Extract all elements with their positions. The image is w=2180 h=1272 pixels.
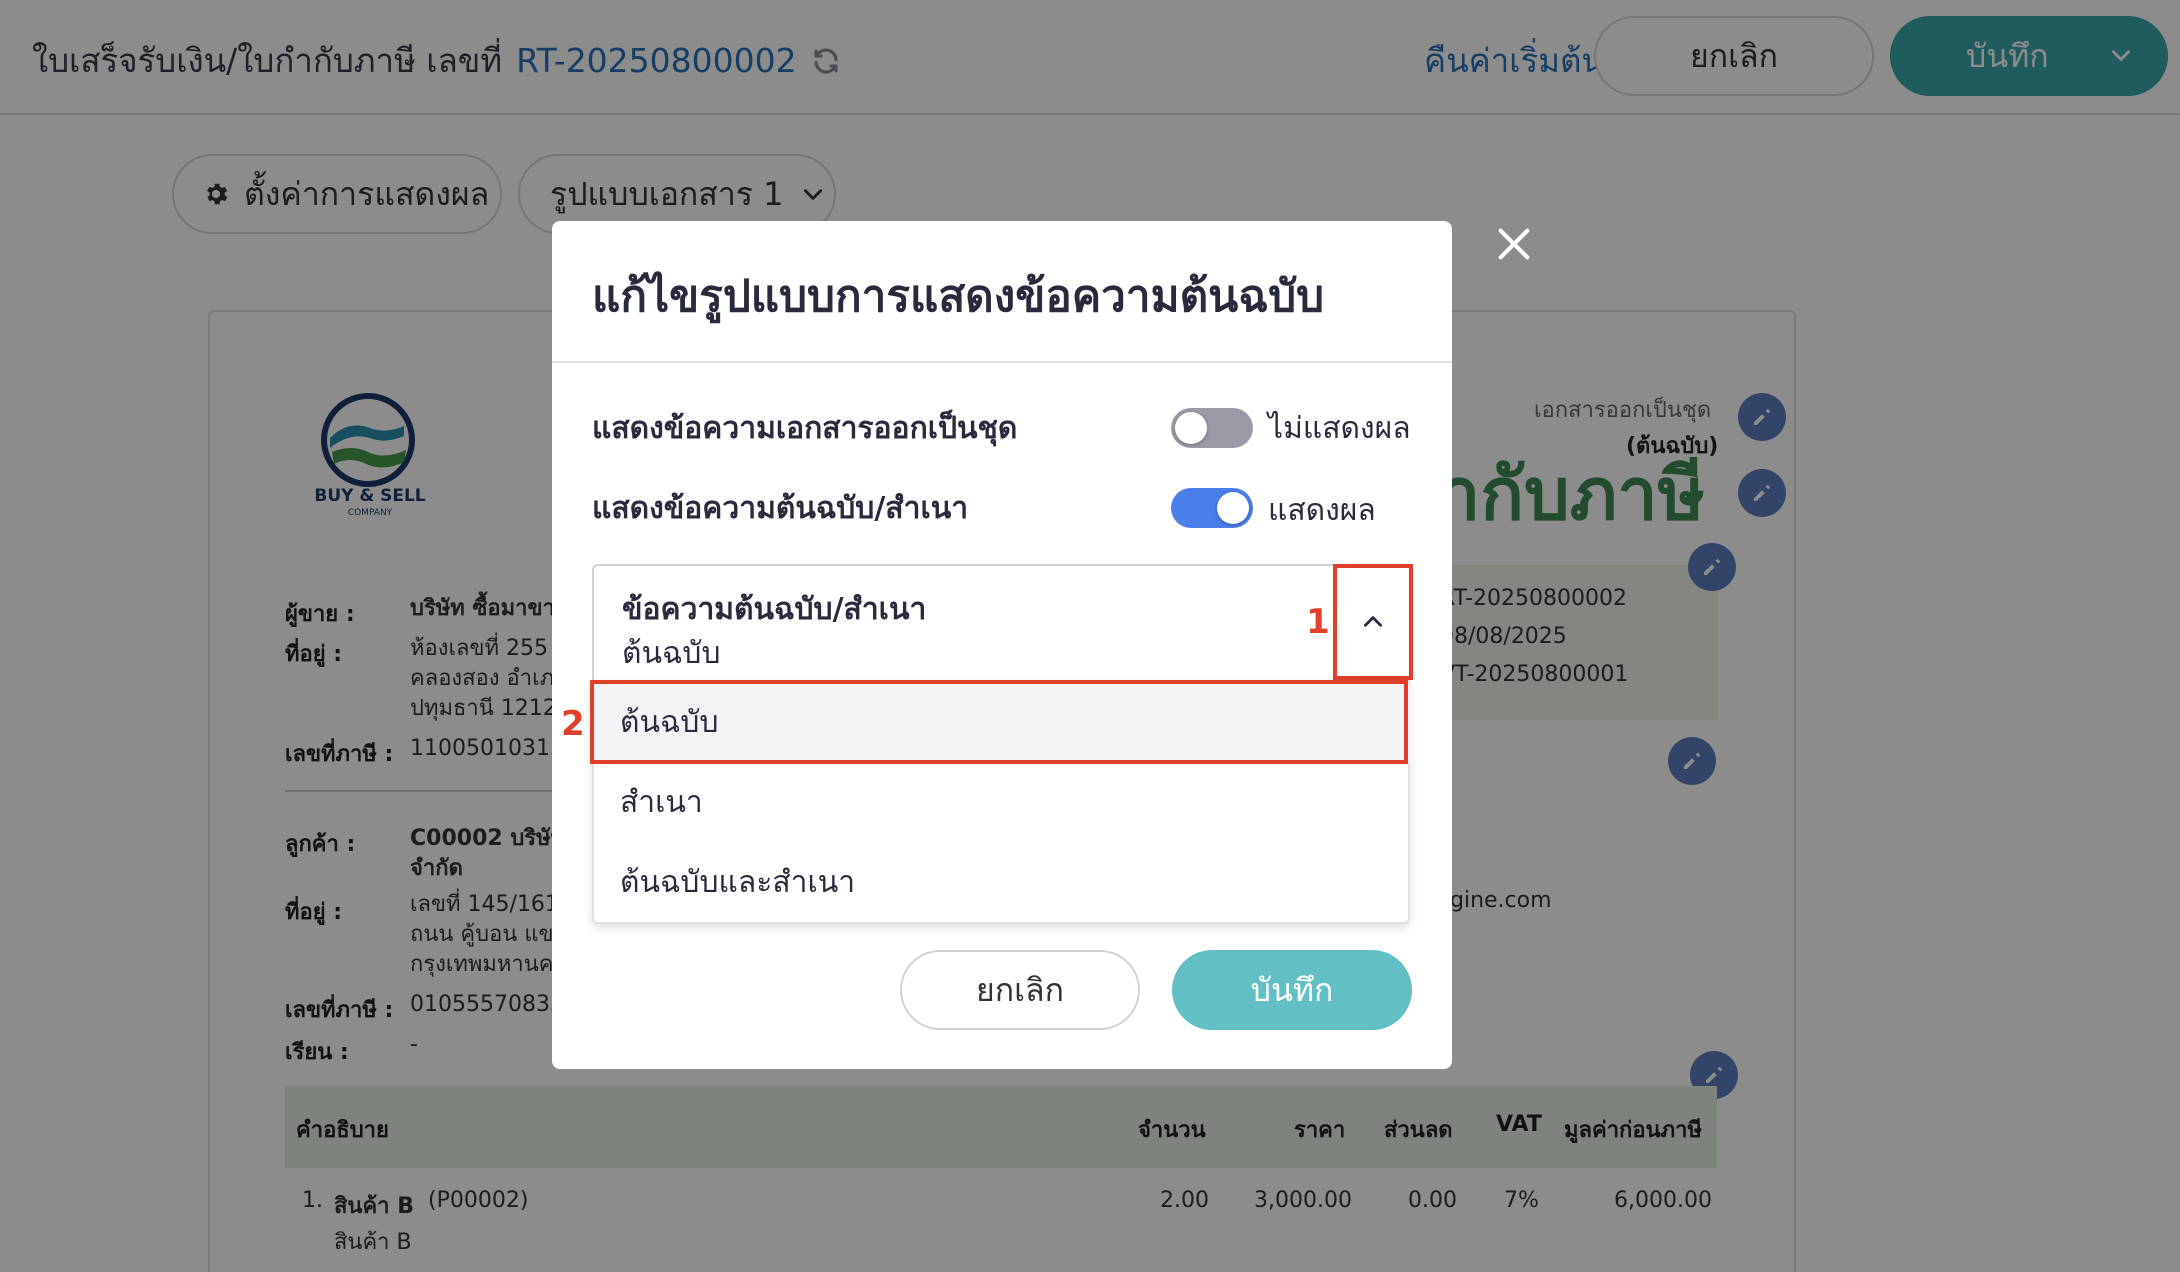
modal-divider [552,361,1452,363]
annotation-number: 1 [1306,602,1330,642]
select-label: ข้อความต้นฉบับ/สำเนา [622,592,927,627]
option-copy[interactable]: สำเนา [594,762,1412,842]
batch-text-toggle-state: ไม่แสดงผล [1268,411,1411,446]
select-value: ต้นฉบับ [622,636,721,671]
original-copy-setting-label: แสดงข้อความต้นฉบับ/สำเนา [592,491,969,526]
close-icon[interactable] [1494,224,1534,264]
original-copy-select[interactable]: ข้อความต้นฉบับ/สำเนา ต้นฉบับ [592,564,1410,684]
chevron-up-icon [1364,616,1382,627]
annotation-number: 2 [561,704,585,744]
modal-cancel-button[interactable]: ยกเลิก [900,950,1140,1030]
toggle-knob [1175,412,1207,444]
original-copy-toggle-state: แสดงผล [1268,493,1376,528]
original-copy-toggle[interactable] [1171,488,1253,528]
highlight-outline [590,680,1408,764]
toggle-knob [1217,492,1249,524]
option-original-and-copy[interactable]: ต้นฉบับและสำเนา [594,842,1412,922]
select-toggle-button[interactable] [1333,564,1413,680]
modal-title: แก้ไขรูปแบบการแสดงข้อความต้นฉบับ [592,271,1325,322]
edit-original-text-modal: แก้ไขรูปแบบการแสดงข้อความต้นฉบับ แสดงข้อ… [552,221,1452,1069]
batch-text-toggle[interactable] [1171,408,1253,448]
modal-save-button[interactable]: บันทึก [1172,950,1412,1030]
batch-text-setting-label: แสดงข้อความเอกสารออกเป็นชุด [592,411,1018,446]
